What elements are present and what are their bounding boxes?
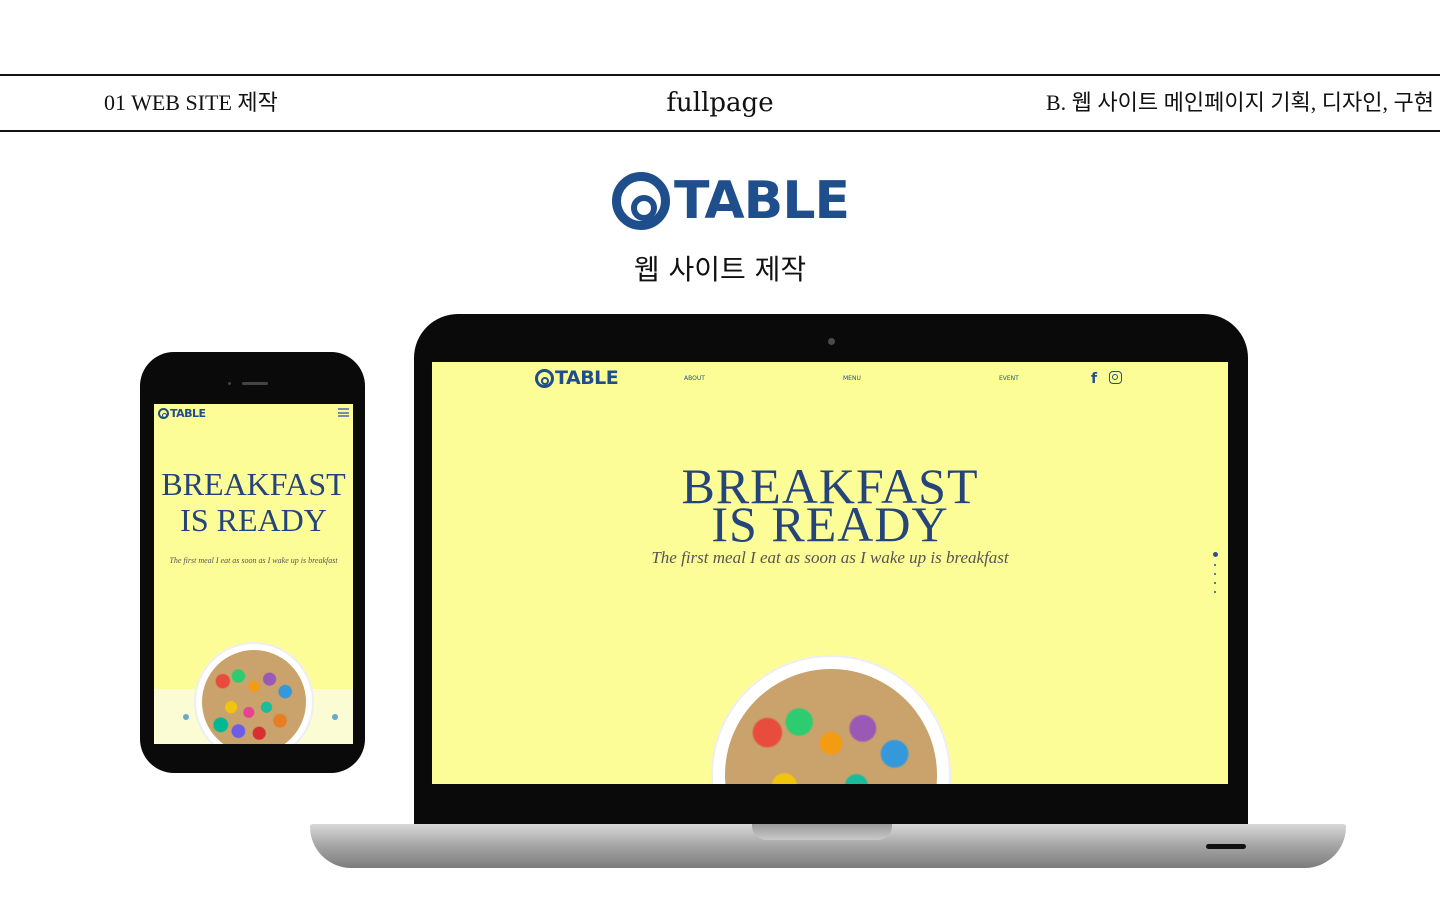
laptop-base bbox=[310, 824, 1346, 868]
site-wordmark: TABLE bbox=[555, 367, 619, 389]
hero-tagline: The first meal I eat as soon as I wake u… bbox=[651, 548, 1009, 567]
laptop-indicator bbox=[1206, 844, 1246, 849]
laptop-notch bbox=[752, 824, 892, 840]
page-subtitle: 웹 사이트 제작 bbox=[633, 253, 807, 286]
cereal-bowl-image bbox=[194, 642, 314, 744]
phone-screen: TABLE BREAKFAST IS READY The first meal … bbox=[154, 404, 353, 744]
header-description: B. 웹 사이트 메인페이지 기획, 디자인, 구현 bbox=[1045, 90, 1434, 115]
instagram-icon[interactable] bbox=[1109, 371, 1122, 384]
phone-camera bbox=[228, 382, 231, 385]
slider-next-dot[interactable] bbox=[332, 714, 338, 720]
pagination-dot[interactable] bbox=[1214, 582, 1216, 584]
pagination-dot[interactable] bbox=[1214, 591, 1216, 593]
mobile-tagline: The first meal I eat as soon as I wake u… bbox=[169, 556, 338, 565]
hamburger-menu-icon[interactable] bbox=[338, 408, 349, 417]
brand-wordmark: TABLE bbox=[674, 171, 850, 231]
header-top-divider bbox=[0, 74, 1440, 76]
laptop-screen: TABLE ABOUT MENU EVENT f BREAKFAST IS RE… bbox=[432, 362, 1228, 784]
nav-about[interactable]: ABOUT bbox=[684, 375, 705, 382]
mobile-headline-line1: BREAKFAST bbox=[161, 466, 346, 502]
pagination-dot-active[interactable] bbox=[1213, 552, 1218, 557]
mobile-site-logo[interactable]: TABLE bbox=[158, 408, 206, 419]
logo-mark-icon bbox=[612, 172, 670, 230]
header-bottom-divider bbox=[0, 130, 1440, 132]
pagination-dot[interactable] bbox=[1214, 573, 1216, 575]
slider-prev-dot[interactable] bbox=[183, 714, 189, 720]
pagination-dot[interactable] bbox=[1214, 564, 1216, 566]
facebook-icon[interactable]: f bbox=[1091, 371, 1097, 387]
hero-headline-line2: IS READY bbox=[711, 496, 949, 552]
logo-mark-icon bbox=[158, 408, 169, 419]
mobile-headline-line2: IS READY bbox=[180, 502, 327, 538]
logo-mark-icon bbox=[535, 369, 554, 388]
cereal-bowl-image bbox=[711, 655, 951, 784]
site-logo[interactable]: TABLE bbox=[535, 367, 619, 389]
mobile-wordmark: TABLE bbox=[170, 407, 206, 420]
nav-menu[interactable]: MENU bbox=[843, 375, 861, 382]
laptop-camera bbox=[828, 338, 835, 345]
nav-event[interactable]: EVENT bbox=[999, 375, 1019, 382]
section-pagination bbox=[1213, 552, 1218, 600]
phone-speaker bbox=[242, 382, 268, 385]
brand-logo: TABLE bbox=[612, 171, 850, 231]
